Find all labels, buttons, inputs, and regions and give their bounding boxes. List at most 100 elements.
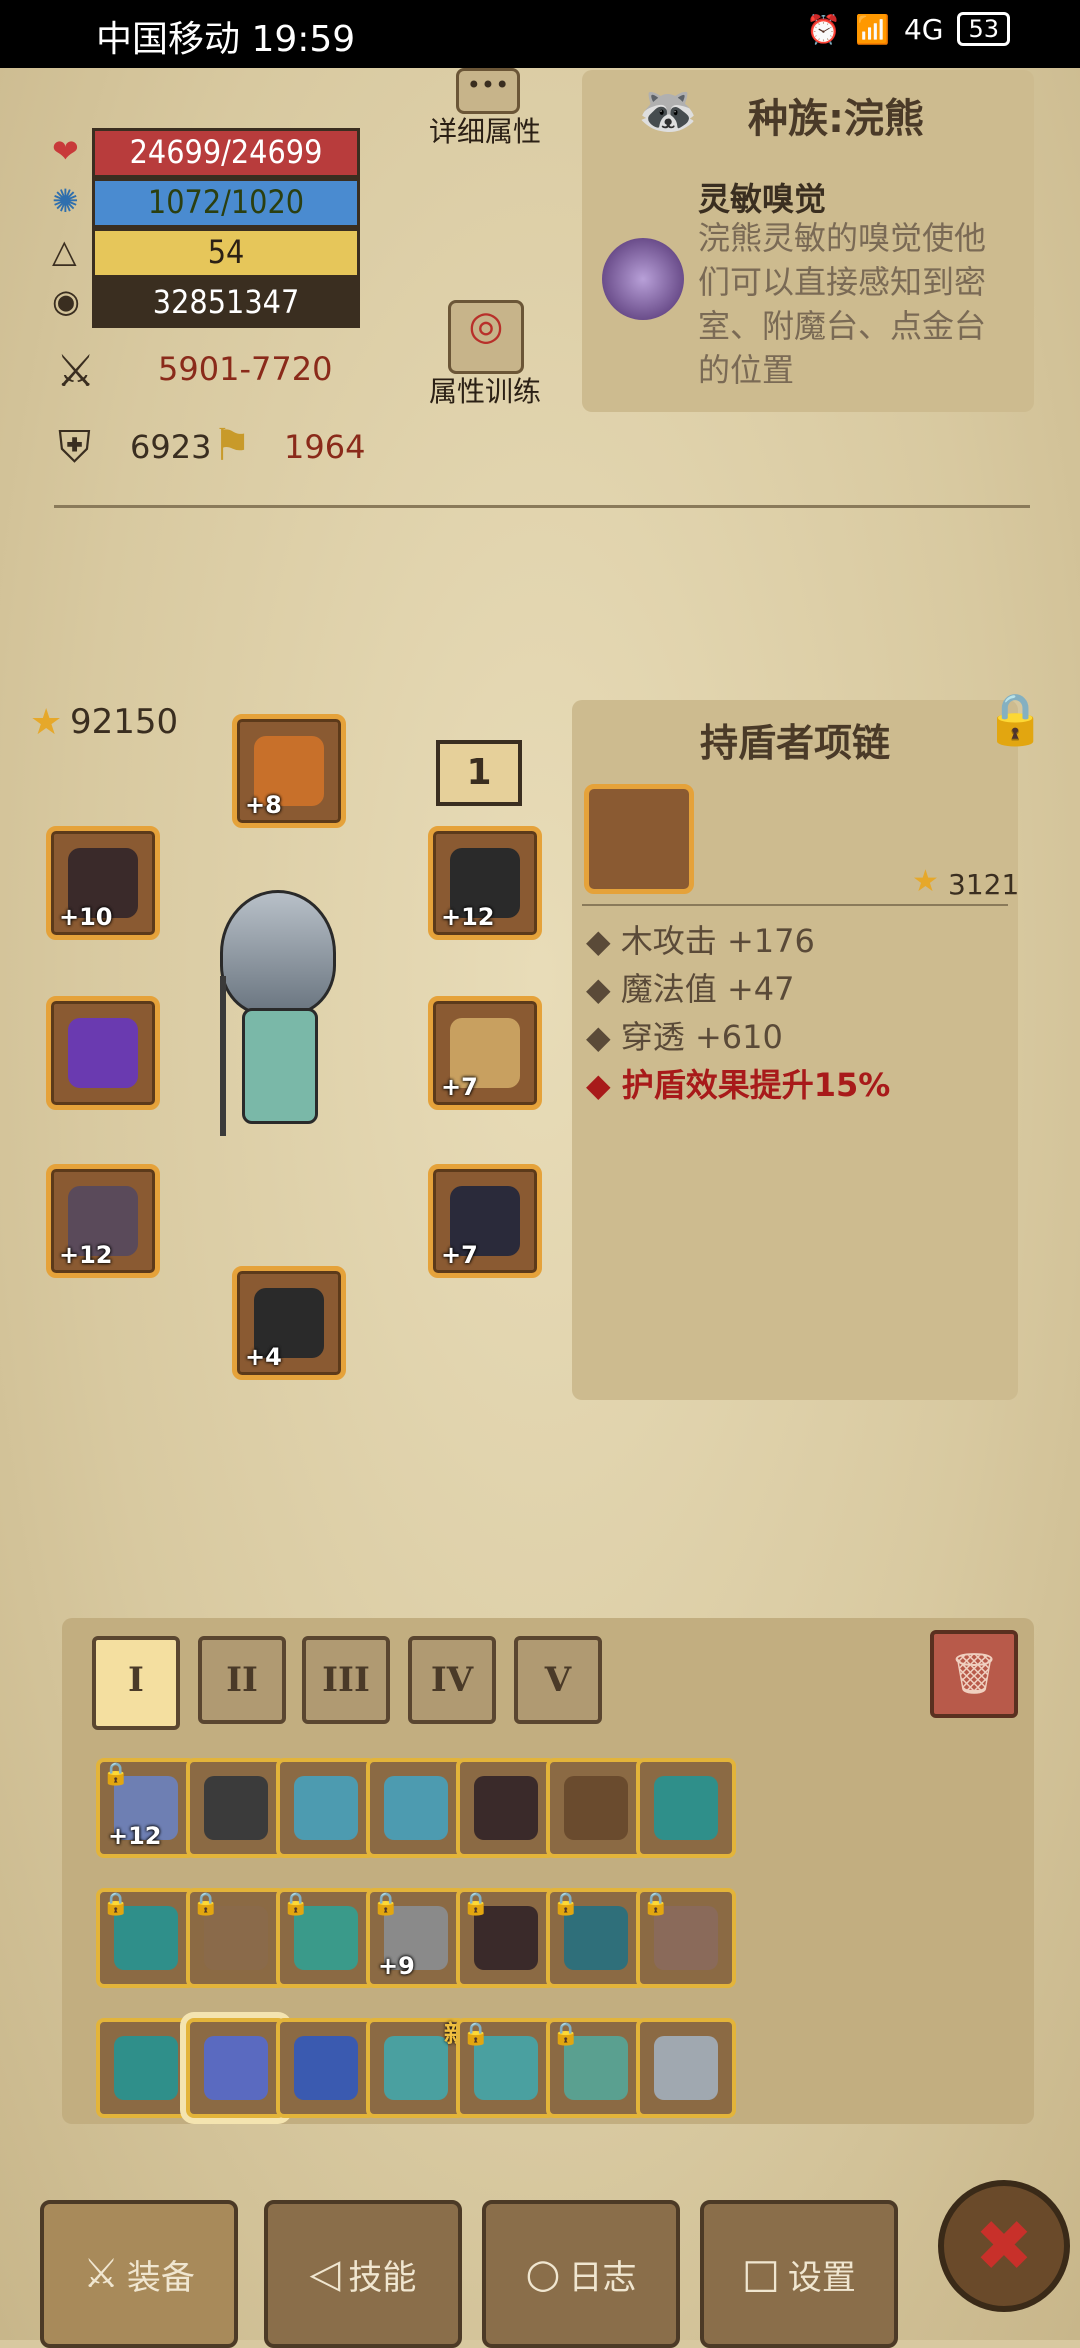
- item-lock-icon: 🔒: [192, 1892, 220, 1917]
- item-lock-icon: 🔒: [102, 1892, 130, 1917]
- item-art-icon: [654, 2036, 718, 2100]
- equip-slot-staff[interactable]: [46, 996, 160, 1110]
- inventory-item[interactable]: [276, 2018, 376, 2118]
- inventory-item[interactable]: [546, 1758, 646, 1858]
- equip-slot-helmet[interactable]: +8: [232, 714, 346, 828]
- back-icon: ◁: [309, 2251, 341, 2297]
- defense-value: 6923: [130, 428, 212, 466]
- training-button[interactable]: ◎: [448, 300, 524, 374]
- item-art-icon: [384, 2036, 448, 2100]
- set-badge[interactable]: 1: [436, 740, 522, 806]
- race-panel: 🦝 种族:浣熊 灵敏嗅觉 浣熊灵敏的嗅觉使他们可以直接感知到密室、附魔台、点金台…: [582, 70, 1034, 412]
- nav-skills[interactable]: ◁ 技能: [264, 2200, 462, 2348]
- swords-icon: ⚔: [56, 346, 96, 397]
- inventory-item[interactable]: 🔒: [276, 1888, 376, 1988]
- network-type: 4G: [903, 12, 944, 46]
- home-icon: ○: [525, 2251, 561, 2297]
- item-lock-icon: 🔒: [372, 1892, 400, 1917]
- inventory-item[interactable]: [366, 1758, 466, 1858]
- target-icon: ◎: [468, 303, 504, 349]
- inventory-item[interactable]: [96, 2018, 196, 2118]
- equip-slot-armor[interactable]: +7: [428, 1164, 542, 1278]
- inventory-item[interactable]: 🔒 +12: [96, 1758, 196, 1858]
- item-lock-icon: 🔒: [282, 1892, 310, 1917]
- item-art-icon: [114, 2036, 178, 2100]
- character-body: [242, 1008, 318, 1124]
- inventory-tab-3[interactable]: III: [302, 1636, 390, 1724]
- inventory-item[interactable]: 🔒: [546, 2018, 646, 2118]
- inventory-tab-2[interactable]: II: [198, 1636, 286, 1724]
- item-lock-icon: 🔒: [552, 1892, 580, 1917]
- inventory-item[interactable]: [636, 2018, 736, 2118]
- battery-icon: 53: [957, 12, 1010, 46]
- attack-value: 5901-7720: [158, 350, 333, 388]
- details-label[interactable]: 详细属性: [420, 110, 550, 150]
- details-button[interactable]: •••: [456, 68, 520, 114]
- nav-equip[interactable]: ⚔ 装备: [40, 2200, 238, 2348]
- power-icon: ⚑: [212, 420, 252, 471]
- race-title: 种族:浣熊: [748, 96, 924, 142]
- item-art-icon: [564, 1776, 628, 1840]
- item-art-icon: [474, 1776, 538, 1840]
- trait-name: 灵敏嗅觉: [698, 180, 827, 218]
- inventory-item[interactable]: 🔒: [96, 1888, 196, 1988]
- gold-bar: 32851347: [92, 278, 360, 328]
- inventory-item[interactable]: 🔒: [636, 1888, 736, 1988]
- item-stat: ◆ 穿透 +610: [586, 1018, 783, 1056]
- lock-icon[interactable]: 🔒: [984, 690, 1046, 749]
- recent-icon: □: [742, 2251, 780, 2297]
- status-icons: ⏰ 📶 4G 53: [806, 12, 1010, 46]
- trash-icon: 🗑: [948, 1651, 1000, 1697]
- inventory-item[interactable]: [636, 1758, 736, 1858]
- inventory-item[interactable]: 🔒: [456, 1888, 556, 1988]
- item-art-icon: [204, 2036, 268, 2100]
- inventory-tab-1[interactable]: I: [92, 1636, 180, 1730]
- item-star-icon: ★: [912, 864, 939, 899]
- equip-slot-shoulder[interactable]: +12: [428, 826, 542, 940]
- inventory-item[interactable]: 🔒 +9: [366, 1888, 466, 1988]
- item-name: 持盾者项链: [699, 721, 890, 765]
- close-icon: ✖: [974, 2205, 1034, 2287]
- inventory-item[interactable]: [186, 2018, 286, 2118]
- inventory-item[interactable]: 🔒: [546, 1888, 646, 1988]
- equip-slot-amulet[interactable]: +7: [428, 996, 542, 1110]
- section-divider: [54, 505, 1030, 508]
- item-stat: ◆ 木攻击 +176: [586, 922, 815, 960]
- equip-icon: ⚔: [83, 2251, 119, 2297]
- nav-log[interactable]: ○ 日志: [482, 2200, 680, 2348]
- equip-slot-cloak[interactable]: +10: [46, 826, 160, 940]
- nav-settings[interactable]: □ 设置: [700, 2200, 898, 2348]
- equip-slot-bracer[interactable]: +12: [46, 1164, 160, 1278]
- item-divider: [582, 904, 1008, 906]
- inventory-tab-4[interactable]: IV: [408, 1636, 496, 1724]
- inventory-tab-5[interactable]: V: [514, 1636, 602, 1724]
- close-button[interactable]: ✖: [938, 2180, 1070, 2312]
- item-lock-icon: 🔒: [462, 2022, 490, 2047]
- item-plus-level: +12: [108, 1822, 162, 1850]
- item-lock-icon: 🔒: [552, 2022, 580, 2047]
- item-art-icon: [294, 2036, 358, 2100]
- level-bar: 54: [92, 228, 360, 278]
- training-label[interactable]: 属性训练: [420, 370, 550, 410]
- mana-bar: 1072/1020: [92, 178, 360, 228]
- inventory-item[interactable]: 🔒: [186, 1888, 286, 1988]
- item-lock-icon: 🔒: [462, 1892, 490, 1917]
- hp-bar: 24699/24699: [92, 128, 360, 178]
- inventory-item[interactable]: 新: [366, 2018, 468, 2118]
- item-lock-icon: 🔒: [102, 1762, 130, 1787]
- inventory-item[interactable]: [456, 1758, 556, 1858]
- status-bar: 中国移动 19:59 ⏰ 📶 4G 53: [0, 0, 1080, 68]
- raccoon-icon: 🦝: [638, 83, 698, 139]
- mana-icon: ✺: [52, 182, 79, 220]
- wifi-icon: 📶: [855, 12, 890, 46]
- character-helmet: [220, 890, 336, 1016]
- item-art-icon: [654, 1776, 718, 1840]
- inventory-item[interactable]: [186, 1758, 286, 1858]
- total-score: 92150: [70, 702, 179, 742]
- inventory-item[interactable]: 🔒: [456, 2018, 556, 2118]
- inventory-item[interactable]: [276, 1758, 376, 1858]
- trash-button[interactable]: 🗑: [930, 1630, 1018, 1718]
- shield-icon: ⛨: [58, 422, 91, 473]
- item-art-icon: [204, 1776, 268, 1840]
- equip-slot-boots[interactable]: +4: [232, 1266, 346, 1380]
